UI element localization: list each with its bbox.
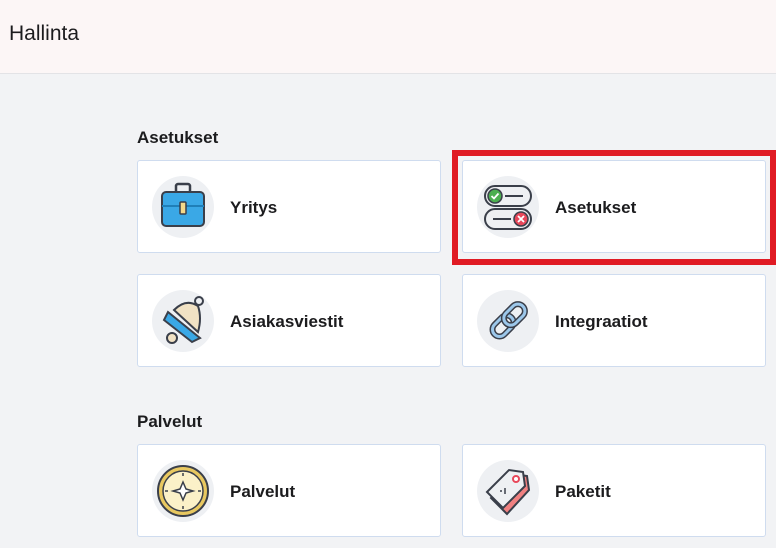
chain-link-icon bbox=[477, 290, 539, 352]
card-label: Palvelut bbox=[230, 482, 296, 501]
card-palvelut[interactable]: Palvelut bbox=[137, 444, 441, 537]
bell-icon bbox=[152, 290, 214, 352]
top-header: Hallinta bbox=[0, 0, 776, 74]
card-yritys[interactable]: Yritys bbox=[137, 160, 441, 253]
card-label: Yritys bbox=[230, 198, 278, 217]
card-label: Asiakasviestit bbox=[230, 312, 344, 331]
card-label: Asetukset bbox=[555, 198, 637, 217]
card-asetukset[interactable]: Asetukset bbox=[462, 160, 766, 253]
toggle-switches-icon bbox=[477, 176, 539, 238]
card-asiakasviestit[interactable]: Asiakasviestit bbox=[137, 274, 441, 367]
card-integraatiot[interactable]: Integraatiot bbox=[462, 274, 766, 367]
card-label: Paketit bbox=[555, 482, 611, 501]
briefcase-icon bbox=[152, 176, 214, 238]
section-title-palvelut: Palvelut bbox=[137, 412, 203, 431]
card-label: Integraatiot bbox=[555, 312, 648, 331]
compass-icon bbox=[152, 460, 214, 522]
price-tags-icon bbox=[477, 460, 539, 522]
card-paketit[interactable]: Paketit bbox=[462, 444, 766, 537]
page-title: Hallinta bbox=[9, 22, 80, 45]
section-title-asetukset: Asetukset bbox=[137, 128, 219, 147]
